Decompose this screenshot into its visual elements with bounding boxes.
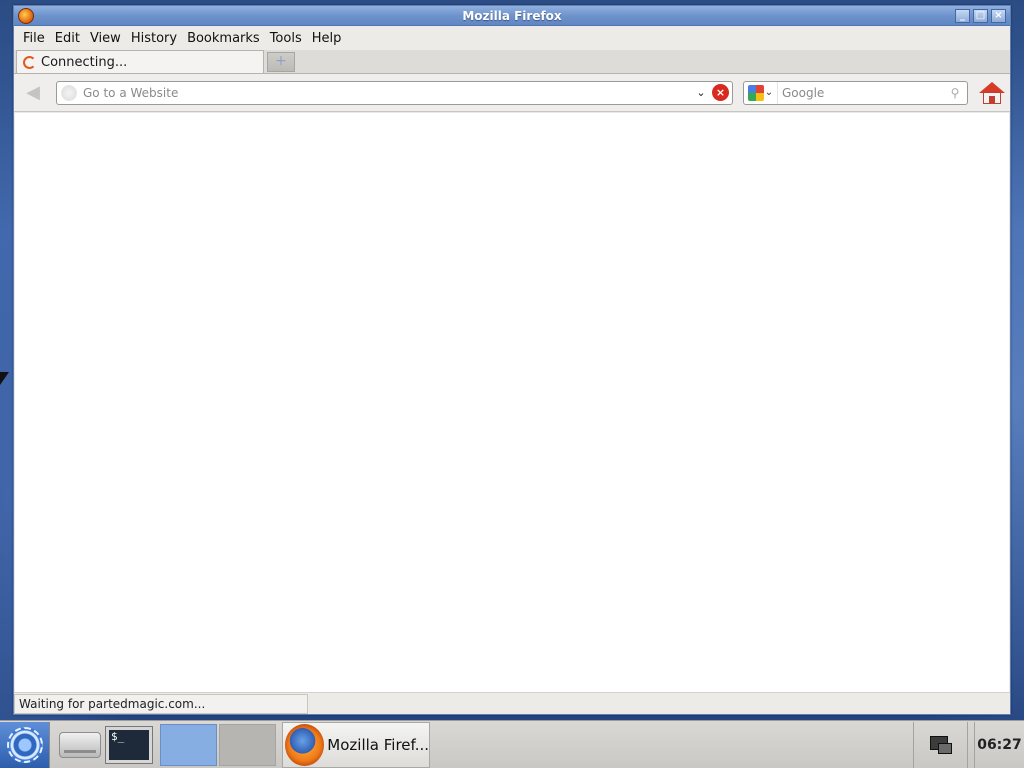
drive-launcher[interactable] xyxy=(56,725,104,765)
url-history-dropdown-icon[interactable]: ⌄ xyxy=(694,86,708,99)
search-go-icon[interactable]: ⚲ xyxy=(946,84,964,102)
launcher-gear-icon xyxy=(6,726,43,763)
clock[interactable]: 06:27 xyxy=(974,721,1024,768)
loading-spinner-icon xyxy=(23,55,36,69)
network-icon[interactable] xyxy=(929,735,952,754)
menu-edit[interactable]: Edit xyxy=(50,31,85,46)
menu-help[interactable]: Help xyxy=(307,31,347,46)
stop-button[interactable]: × xyxy=(712,84,729,101)
firefox-icon xyxy=(285,723,325,766)
tab-label: Connecting... xyxy=(41,54,128,70)
search-engine-selector[interactable]: ⌄ xyxy=(744,81,778,104)
taskbar: $_ Mozilla Firef... 06:27 xyxy=(0,720,1024,768)
status-text: Waiting for partedmagic.com... xyxy=(14,693,308,714)
terminal-icon: $_ xyxy=(105,725,153,764)
chevron-down-icon: ⌄ xyxy=(764,87,774,98)
new-tab-button[interactable]: + xyxy=(267,52,295,72)
menu-tools[interactable]: Tools xyxy=(265,31,307,46)
system-tray[interactable] xyxy=(913,721,967,768)
tab-bar: Connecting... + xyxy=(14,50,1010,74)
home-button[interactable] xyxy=(978,80,1006,106)
taskbar-firefox-task[interactable]: Mozilla Firef... xyxy=(282,721,430,768)
title-bar[interactable]: Mozilla Firefox _ □ × xyxy=(14,6,1010,26)
search-bar[interactable]: ⌄ ⚲ xyxy=(743,80,968,105)
workspace-1[interactable] xyxy=(160,723,217,766)
close-button[interactable]: × xyxy=(991,8,1006,23)
menu-view[interactable]: View xyxy=(85,31,126,46)
firefox-window: Mozilla Firefox _ □ × File Edit View His… xyxy=(13,5,1011,715)
menu-history[interactable]: History xyxy=(126,31,182,46)
hard-drive-icon xyxy=(59,731,101,758)
window-title: Mozilla Firefox xyxy=(462,8,562,23)
firefox-icon[interactable] xyxy=(18,7,34,24)
back-button[interactable]: ◀ xyxy=(18,81,48,105)
menu-bar: File Edit View History Bookmarks Tools H… xyxy=(14,26,1010,50)
search-input[interactable] xyxy=(782,85,946,100)
url-bar[interactable]: ⌄ × xyxy=(56,80,733,105)
google-icon xyxy=(747,84,764,101)
menu-bookmarks[interactable]: Bookmarks xyxy=(182,31,265,46)
window-controls: _ □ × xyxy=(955,8,1006,23)
menu-file[interactable]: File xyxy=(18,31,50,46)
navigation-toolbar: ◀ ⌄ × ⌄ ⚲ xyxy=(14,74,1010,112)
page-content[interactable] xyxy=(15,113,1009,692)
task-label: Mozilla Firef... xyxy=(327,735,429,754)
mouse-cursor-icon xyxy=(0,372,9,385)
workspace-2[interactable] xyxy=(219,723,276,766)
status-bar: Waiting for partedmagic.com... xyxy=(14,692,1010,714)
start-menu-button[interactable] xyxy=(0,721,50,768)
terminal-launcher[interactable]: $_ xyxy=(104,723,154,767)
url-input[interactable] xyxy=(83,85,694,100)
maximize-button[interactable]: □ xyxy=(973,8,988,23)
tab-connecting[interactable]: Connecting... xyxy=(16,50,264,73)
minimize-button[interactable]: _ xyxy=(955,8,970,23)
site-identity-icon[interactable] xyxy=(61,84,77,101)
